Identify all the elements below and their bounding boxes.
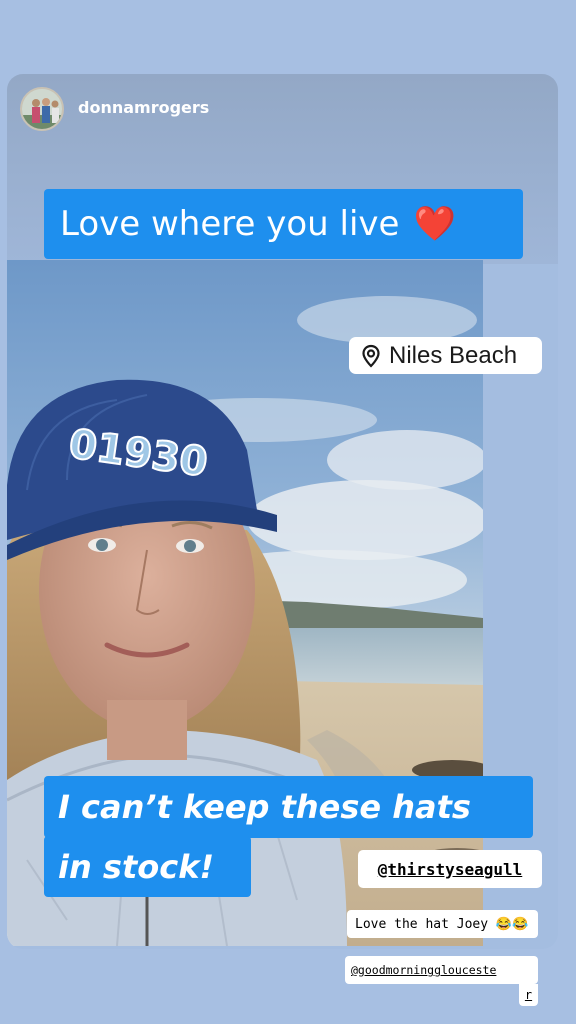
- mention-sticker-thirstyseagull[interactable]: @thirstyseagull: [358, 850, 542, 888]
- caption-top: Love where you live ❤️: [44, 189, 523, 259]
- mention-sticker-wrap-char[interactable]: r: [519, 984, 538, 1006]
- caption-bottom-line-2: in stock!: [44, 836, 251, 897]
- location-label: Niles Beach: [389, 341, 518, 369]
- heart-emoji-icon: ❤️: [413, 204, 456, 244]
- mention-sticker-goodmorninggloucester[interactable]: @goodmorningglouceste: [345, 956, 538, 984]
- avatar[interactable]: [20, 87, 64, 131]
- comment-sticker: Love the hat Joey 😂😂: [347, 910, 538, 938]
- caption-top-text: Love where you live: [60, 204, 400, 244]
- location-sticker[interactable]: Niles Beach: [349, 337, 542, 374]
- caption-bottom-line-1: I can’t keep these hats: [44, 776, 533, 838]
- location-pin-icon: [362, 344, 380, 368]
- username[interactable]: donnamrogers: [78, 98, 209, 117]
